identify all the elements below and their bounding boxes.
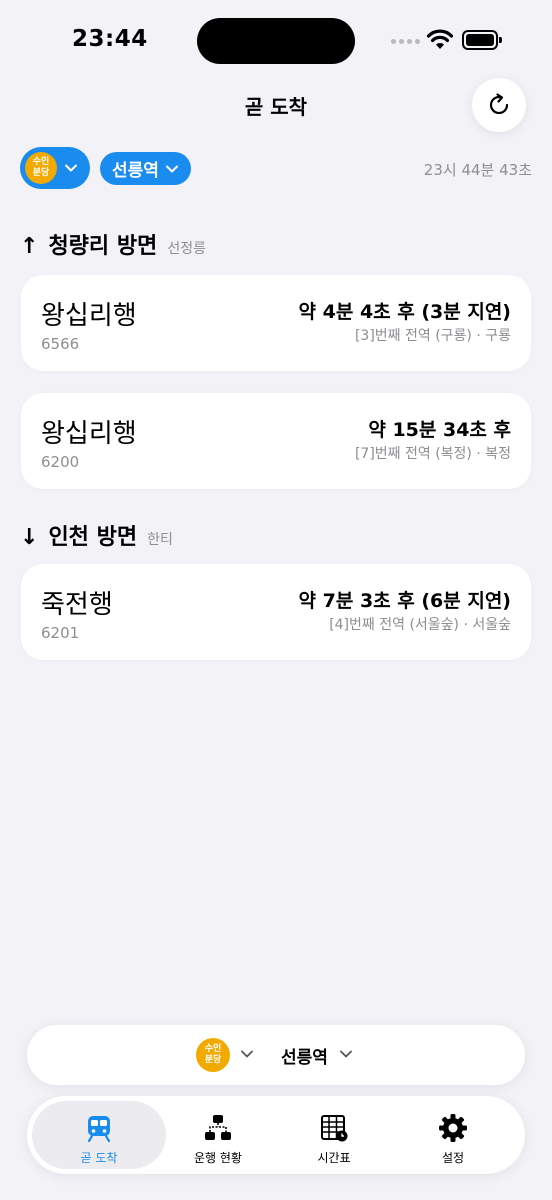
chevron-down-icon[interactable]: [339, 1049, 353, 1059]
wifi-icon: [426, 29, 454, 49]
page-title: 곧 도착: [244, 95, 308, 119]
tab-label: 시간표: [317, 1151, 351, 1165]
train-number: 6200: [41, 453, 80, 471]
train-eta: 약 4분 4초 후 (3분 지연): [298, 301, 511, 323]
status-time: 23:44: [72, 26, 148, 52]
train-eta: 약 15분 34초 후: [368, 419, 511, 441]
direction-header-cheongnyangni: ↑ 청량리 방면 선정릉: [20, 228, 206, 260]
tab-label: 설정: [441, 1151, 465, 1165]
chevron-down-icon[interactable]: [240, 1049, 254, 1059]
cellular-signal-icon: [391, 39, 420, 44]
tab-label: 운행 현황: [194, 1151, 242, 1165]
tab-label: 곧 도착: [80, 1151, 118, 1165]
bottom-station-selector: 수인 분당 선릉역: [27, 1025, 525, 1085]
direction-title: 청량리 방면: [48, 234, 158, 259]
network-icon: [205, 1115, 231, 1140]
train-position: [3]번째 전역 (구룡) · 구룡: [354, 328, 511, 344]
refresh-icon: [489, 93, 509, 115]
train-number: 6566: [41, 335, 80, 353]
train-card[interactable]: 죽전행 6201 약 7분 3초 후 (6분 지연) [4]번째 전역 (서울숲…: [21, 564, 531, 660]
dynamic-island: [197, 18, 355, 64]
train-position: [4]번째 전역 (서울숲) · 서울숲: [329, 617, 511, 633]
train-icon: [87, 1116, 111, 1143]
train-destination: 왕십리행: [41, 419, 137, 449]
train-number: 6201: [41, 624, 80, 642]
train-eta: 약 7분 3초 후 (6분 지연): [298, 590, 511, 612]
train-destination: 죽전행: [41, 590, 113, 620]
update-timestamp: 23시 44분 43초: [423, 161, 532, 179]
tab-settings[interactable]: 설정: [386, 1101, 520, 1169]
line-selector-button[interactable]: 수인 분당: [20, 147, 90, 189]
bottom-station-label[interactable]: 선릉역: [281, 1043, 328, 1068]
train-card[interactable]: 왕십리행 6566 약 4분 4초 후 (3분 지연) [3]번째 전역 (구룡…: [21, 275, 531, 371]
station-selector-button[interactable]: 선릉역: [100, 152, 191, 185]
timetable-icon: [321, 1115, 348, 1142]
line-badge: 수인 분당: [196, 1038, 230, 1072]
tab-arrivals[interactable]: 곧 도착: [32, 1101, 166, 1169]
tab-operation-status[interactable]: 운행 현황: [151, 1101, 285, 1169]
next-station: 한티: [147, 532, 173, 548]
arrow-down-icon: ↓: [20, 525, 39, 550]
arrow-up-icon: ↑: [20, 234, 39, 259]
tab-bar: 곧 도착 운행 현황 시간표 설정: [27, 1096, 525, 1174]
selector-row: 수인 분당 선릉역 23시 44분 43초: [20, 147, 532, 189]
refresh-button[interactable]: [472, 78, 526, 132]
direction-header-incheon: ↓ 인천 방면 한티: [20, 519, 173, 551]
train-destination: 왕십리행: [41, 301, 137, 331]
direction-title: 인천 방면: [48, 525, 138, 550]
line-badge: 수인 분당: [25, 152, 57, 184]
tab-timetable[interactable]: 시간표: [267, 1101, 401, 1169]
chevron-down-icon: [65, 164, 77, 172]
battery-icon: [462, 30, 502, 50]
bottom-line-selector[interactable]: 수인 분당: [196, 1038, 230, 1072]
train-position: [7]번째 전역 (복정) · 복정: [354, 446, 511, 462]
next-station: 선정릉: [167, 241, 206, 257]
station-label: 선릉역: [112, 161, 159, 181]
status-bar: 23:44: [0, 0, 552, 80]
gear-icon: [439, 1114, 467, 1142]
train-card[interactable]: 왕십리행 6200 약 15분 34초 후 [7]번째 전역 (복정) · 복정: [21, 393, 531, 489]
chevron-down-icon: [165, 165, 178, 172]
